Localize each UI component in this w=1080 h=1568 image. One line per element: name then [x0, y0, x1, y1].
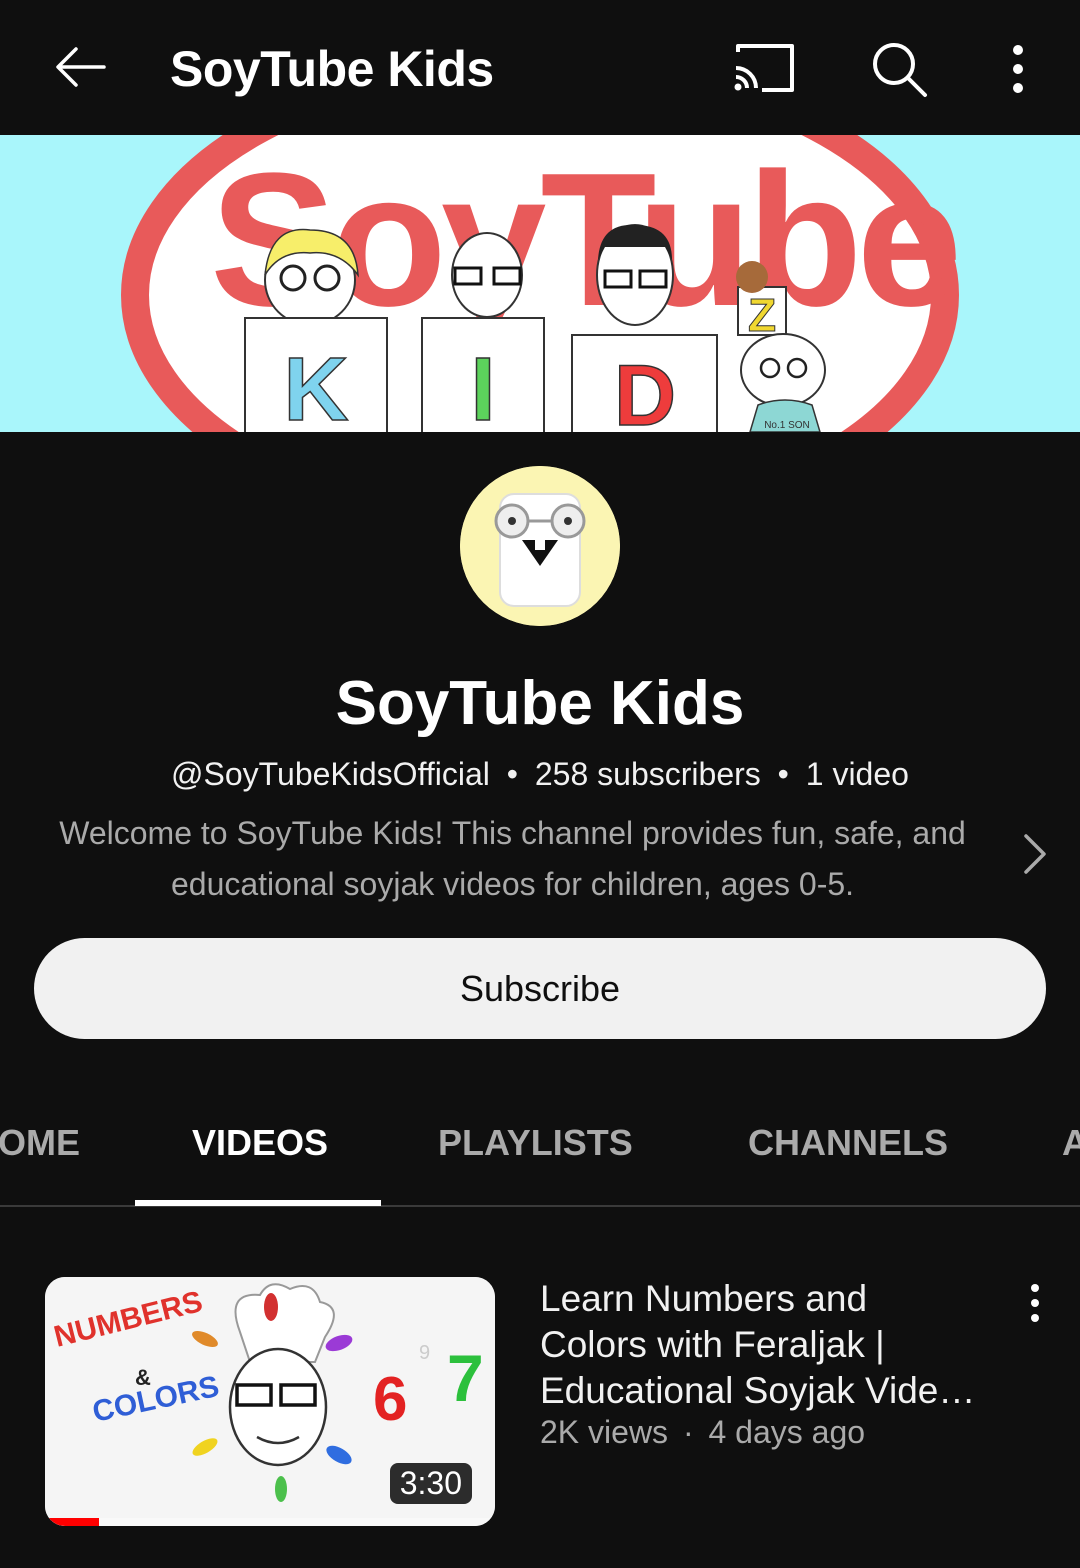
banner-letter-k: K: [284, 340, 349, 432]
avatar-soyjak-icon: [460, 466, 620, 626]
app-bar-title: SoyTube Kids: [170, 41, 494, 97]
channel-banner: SoyTube K I D Z No.1 SON: [0, 135, 1080, 432]
tab-about[interactable]: A: [1062, 1122, 1080, 1164]
video-views: 2K views: [540, 1414, 669, 1450]
banner-letter-d: D: [614, 348, 676, 432]
description-line: educational soyjak videos for children, …: [170, 866, 855, 902]
back-arrow-icon[interactable]: [50, 38, 110, 98]
banner-letter-z: Z: [748, 289, 776, 341]
video-duration-badge: 3:30: [389, 1463, 472, 1504]
thumb-number-seven: 7: [447, 1341, 484, 1415]
watch-progress-fill: [45, 1518, 99, 1526]
video-count: 1 video: [805, 756, 909, 792]
tab-home[interactable]: OME: [0, 1122, 80, 1164]
video-title-line: Learn Numbers and: [540, 1278, 868, 1319]
cast-icon[interactable]: [732, 40, 796, 96]
thumb-number-six: 6: [373, 1365, 407, 1434]
channel-tabs: OME VIDEOS PLAYLISTS CHANNELS A: [0, 1092, 1080, 1207]
tab-playlists[interactable]: PLAYLISTS: [438, 1122, 633, 1164]
banner-shirt-text: No.1 SON: [764, 420, 810, 431]
search-icon[interactable]: [868, 38, 930, 100]
subscriber-count: 258 subscribers: [534, 756, 761, 792]
video-title[interactable]: Learn Numbers and Colors with Feraljak |…: [540, 1276, 1000, 1414]
channel-meta: @SoyTubeKidsOfficial • 258 subscribers •…: [0, 756, 1080, 793]
video-title-line: Colors with Feraljak |: [540, 1324, 885, 1365]
channel-handle[interactable]: @SoyTubeKidsOfficial: [171, 756, 490, 792]
video-age: 4 days ago: [708, 1414, 866, 1450]
channel-avatar[interactable]: [460, 466, 620, 626]
top-app-bar: SoyTube Kids: [0, 0, 1080, 135]
video-meta: 2K views · 4 days ago: [540, 1414, 865, 1451]
more-vert-icon[interactable]: [998, 38, 1038, 100]
video-thumbnail[interactable]: NUMBERS & COLORS 6 7 9 3:30: [45, 1277, 495, 1526]
description-line: Welcome to SoyTube Kids! This channel pr…: [59, 815, 966, 851]
meta-separator: •: [506, 756, 518, 792]
active-tab-indicator: [135, 1200, 381, 1206]
banner-letter-i: I: [470, 340, 495, 432]
watch-progress-bar: [45, 1518, 495, 1526]
video-more-icon[interactable]: [1022, 1282, 1048, 1324]
channel-description[interactable]: Welcome to SoyTube Kids! This channel pr…: [20, 808, 1005, 910]
banner-art: SoyTube K I D Z No.1 SON: [0, 135, 1080, 432]
chevron-right-icon[interactable]: [1018, 830, 1052, 878]
meta-dot: ·: [682, 1414, 694, 1450]
channel-name: SoyTube Kids: [335, 669, 745, 738]
meta-separator: •: [777, 756, 789, 792]
video-title-line: Educational Soyjak Vide…: [540, 1370, 976, 1411]
thumb-number-nine: 9: [419, 1342, 430, 1364]
tab-videos[interactable]: VIDEOS: [192, 1122, 328, 1164]
subscribe-button[interactable]: Subscribe: [34, 938, 1046, 1039]
tab-channels[interactable]: CHANNELS: [748, 1122, 948, 1164]
